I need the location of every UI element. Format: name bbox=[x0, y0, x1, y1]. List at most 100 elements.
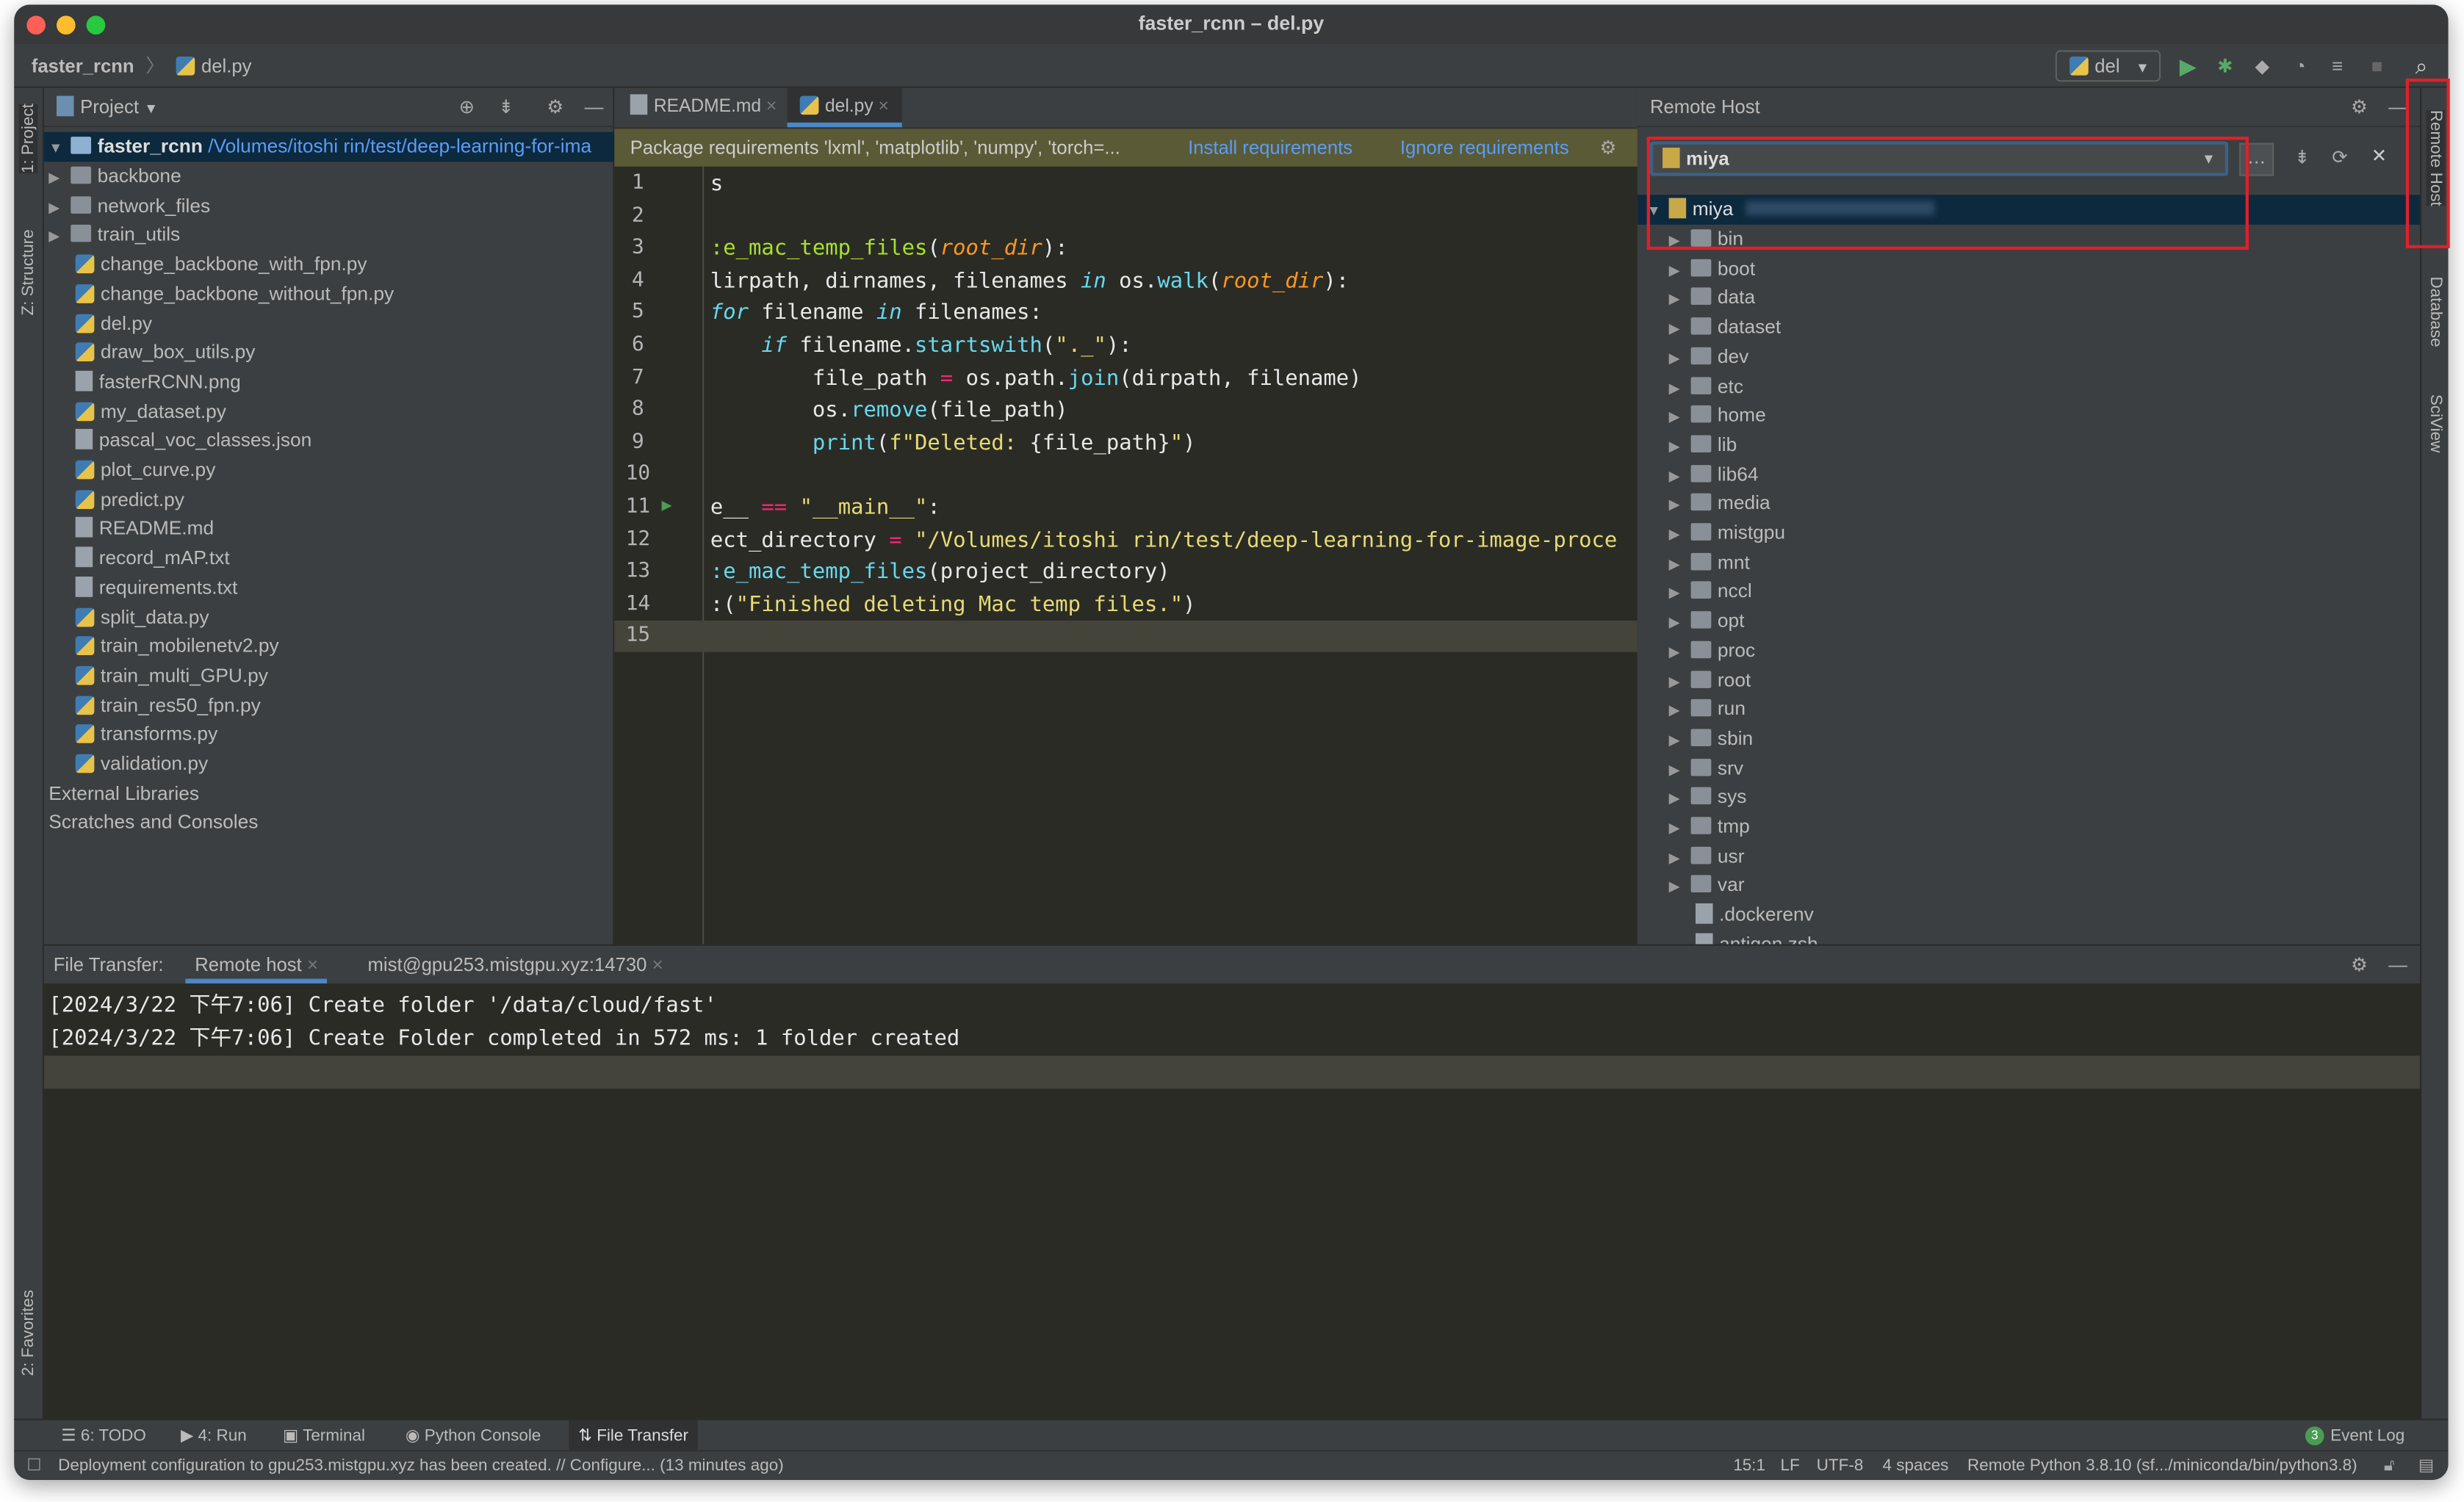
remote-hide-icon[interactable]: — bbox=[2388, 88, 2407, 127]
tree-item[interactable]: split_data.py bbox=[48, 602, 209, 632]
tree-item[interactable]: my_dataset.py bbox=[48, 397, 226, 427]
tree-item[interactable]: README.md bbox=[48, 514, 214, 544]
code-editor[interactable]: 1 s 2 3:e_mac_temp_files(root_dir): 4 lirpath… bbox=[614, 167, 1638, 945]
event-log-button[interactable]: Event Log bbox=[2321, 1420, 2414, 1452]
tool-button-terminal[interactable]: ▣ Terminal bbox=[273, 1420, 375, 1452]
debug-icon[interactable]: ✱ bbox=[2217, 44, 2233, 88]
tree-item-scratches[interactable]: Scratches and Consoles bbox=[48, 808, 258, 838]
run-icon[interactable]: ▶ bbox=[2180, 44, 2197, 88]
remote-tree-item[interactable]: ▶ var bbox=[1669, 871, 1745, 901]
tool-button-file-transfer[interactable]: ⇅ File Transfer bbox=[569, 1420, 698, 1452]
structure-tool-tab[interactable]: Z: Structure bbox=[19, 229, 38, 315]
minimize-window-button[interactable] bbox=[57, 15, 76, 35]
tab-server-connection[interactable]: mist@gpu253.mistgpu.xyz:14730 × bbox=[368, 946, 663, 983]
remote-tree-item[interactable]: ▶ home bbox=[1669, 401, 1766, 431]
tab-del-py[interactable]: del.py × bbox=[787, 87, 901, 128]
panel-gear-icon[interactable]: ⚙ bbox=[2351, 946, 2368, 983]
panel-hide-icon[interactable]: — bbox=[2388, 946, 2407, 983]
run-config-select[interactable]: del ▼ bbox=[2055, 50, 2161, 82]
collapse-icon[interactable]: ⇟ bbox=[2294, 146, 2310, 168]
remote-tree-item[interactable]: ▶ media bbox=[1669, 489, 1770, 519]
close-tab-icon[interactable]: × bbox=[761, 98, 777, 117]
database-tool-tab[interactable]: Database bbox=[2427, 276, 2446, 347]
tree-item[interactable]: draw_box_utils.py bbox=[48, 338, 255, 368]
zoom-window-button[interactable] bbox=[86, 15, 106, 35]
caret-position[interactable]: 15:1 bbox=[1733, 1451, 1765, 1480]
tree-item[interactable]: change_backbone_without_fpn.py bbox=[48, 279, 394, 309]
locate-icon[interactable]: ⊕ bbox=[459, 88, 475, 127]
ignore-requirements-link[interactable]: Ignore requirements bbox=[1400, 129, 1569, 166]
remote-tree-item[interactable]: ▶ proc bbox=[1669, 636, 1755, 666]
stop-icon[interactable]: ■ bbox=[2371, 44, 2383, 88]
tree-item[interactable]: transforms.py bbox=[48, 720, 217, 750]
disconnect-icon[interactable]: ✕ bbox=[2371, 145, 2388, 167]
tree-item[interactable]: ▶ network_files bbox=[48, 191, 210, 221]
tree-item[interactable]: pascal_voc_classes.json bbox=[48, 426, 311, 456]
status-toggle-icon[interactable]: ☐ bbox=[26, 1451, 41, 1480]
tree-item[interactable]: del.py bbox=[48, 308, 152, 339]
lock-icon[interactable]: 🔓︎ bbox=[2384, 1451, 2395, 1480]
tab-remote-host[interactable]: Remote host × bbox=[185, 946, 328, 984]
memory-indicator-icon[interactable]: ▤ bbox=[2418, 1451, 2434, 1480]
build-icon[interactable]: ≡ bbox=[2332, 44, 2343, 88]
remote-gear-icon[interactable]: ⚙ bbox=[2351, 88, 2368, 127]
tree-item[interactable]: validation.py bbox=[48, 749, 208, 779]
favorites-tool-tab[interactable]: 2: Favorites bbox=[19, 1290, 38, 1376]
remote-tree-item[interactable]: ▶ mnt bbox=[1669, 548, 1750, 578]
profile-icon[interactable]: ◔ bbox=[2294, 44, 2306, 88]
project-tool-tab[interactable]: 1: Project bbox=[18, 104, 38, 174]
tree-item[interactable]: train_res50_fpn.py bbox=[48, 690, 261, 721]
tree-item[interactable]: train_mobilenetv2.py bbox=[48, 632, 279, 662]
tree-item[interactable]: plot_curve.py bbox=[48, 455, 215, 485]
tree-item[interactable]: record_mAP.txt bbox=[48, 544, 230, 574]
tree-item[interactable]: ▶ backbone bbox=[48, 162, 181, 192]
remote-tree-item[interactable]: .dockerenv bbox=[1669, 900, 1814, 931]
hide-icon[interactable]: — bbox=[585, 88, 604, 127]
tab-README-md[interactable]: README.md × bbox=[618, 88, 790, 127]
tree-item[interactable]: predict.py bbox=[48, 485, 184, 515]
tree-item[interactable]: train_multi_GPU.py bbox=[48, 661, 268, 691]
close-tab-icon[interactable]: × bbox=[873, 98, 888, 117]
sciview-tool-tab[interactable]: SciView bbox=[2427, 394, 2446, 452]
close-window-button[interactable] bbox=[26, 15, 46, 35]
remote-tree-item[interactable]: ▶ data bbox=[1669, 284, 1756, 314]
remote-tree-item[interactable]: ▶ nccl bbox=[1669, 577, 1752, 607]
install-requirements-link[interactable]: Install requirements bbox=[1188, 129, 1352, 166]
coverage-icon[interactable]: ◆ bbox=[2255, 44, 2269, 88]
line-separator[interactable]: LF bbox=[1780, 1451, 1799, 1480]
tool-button-6-todo[interactable]: ☰ 6: TODO bbox=[52, 1420, 156, 1452]
remote-tree-item[interactable]: ▶ mistgpu bbox=[1669, 519, 1785, 549]
remote-tree-item[interactable]: ▶ opt bbox=[1669, 607, 1745, 637]
refresh-icon[interactable]: ⟳ bbox=[2332, 146, 2348, 168]
python-interpreter[interactable]: Remote Python 3.8.10 (sf.../miniconda/bi… bbox=[1967, 1451, 2357, 1480]
remote-tree-item[interactable]: ▶ lib bbox=[1669, 430, 1737, 461]
remote-tree-item[interactable]: ▶ tmp bbox=[1669, 812, 1750, 842]
remote-tree-item[interactable]: ▶ dataset bbox=[1669, 313, 1782, 343]
tool-button-4-run[interactable]: ▶ 4: Run bbox=[171, 1420, 256, 1452]
breadcrumb-file[interactable]: del.py bbox=[201, 55, 252, 77]
tree-item[interactable]: requirements.txt bbox=[48, 573, 237, 603]
banner-gear-icon[interactable]: ⚙ bbox=[1600, 129, 1617, 166]
collapse-all-icon[interactable]: ⇟ bbox=[498, 88, 514, 127]
file-encoding[interactable]: UTF-8 bbox=[1817, 1451, 1864, 1480]
breadcrumb-project[interactable]: faster_rcnn bbox=[32, 55, 134, 77]
tool-button-python-console[interactable]: ◉ Python Console bbox=[396, 1420, 550, 1452]
remote-tree-item[interactable]: ▶ lib64 bbox=[1669, 460, 1759, 490]
remote-tree-item[interactable]: ▶ sys bbox=[1669, 783, 1747, 813]
project-root[interactable]: ▼ faster_rcnn /Volumes/itoshi rin/test/de… bbox=[43, 131, 615, 162]
remote-tree-item[interactable]: ▶ dev bbox=[1669, 342, 1749, 372]
tree-item[interactable]: fasterRCNN.png bbox=[48, 367, 241, 397]
remote-tree-item[interactable]: ▶ usr bbox=[1669, 842, 1745, 872]
remote-tree-item[interactable]: ▶ boot bbox=[1669, 254, 1756, 284]
remote-tree-item[interactable]: ▶ etc bbox=[1669, 372, 1743, 402]
tree-item[interactable]: ▶ train_utils bbox=[48, 220, 180, 250]
gear-icon[interactable]: ⚙ bbox=[547, 88, 563, 127]
remote-tree-item[interactable]: ▶ root bbox=[1669, 665, 1751, 696]
run-gutter-icon[interactable]: ▶ bbox=[662, 495, 672, 516]
remote-tree-item[interactable]: ▶ sbin bbox=[1669, 724, 1754, 754]
remote-tree-item[interactable]: ▶ srv bbox=[1669, 754, 1743, 784]
remote-tree-item[interactable]: ▶ run bbox=[1669, 695, 1746, 725]
project-view-select[interactable]: Project bbox=[80, 95, 139, 118]
tree-item[interactable]: change_backbone_with_fpn.py bbox=[48, 250, 367, 280]
tree-item-external-libraries[interactable]: External Libraries bbox=[48, 779, 199, 809]
